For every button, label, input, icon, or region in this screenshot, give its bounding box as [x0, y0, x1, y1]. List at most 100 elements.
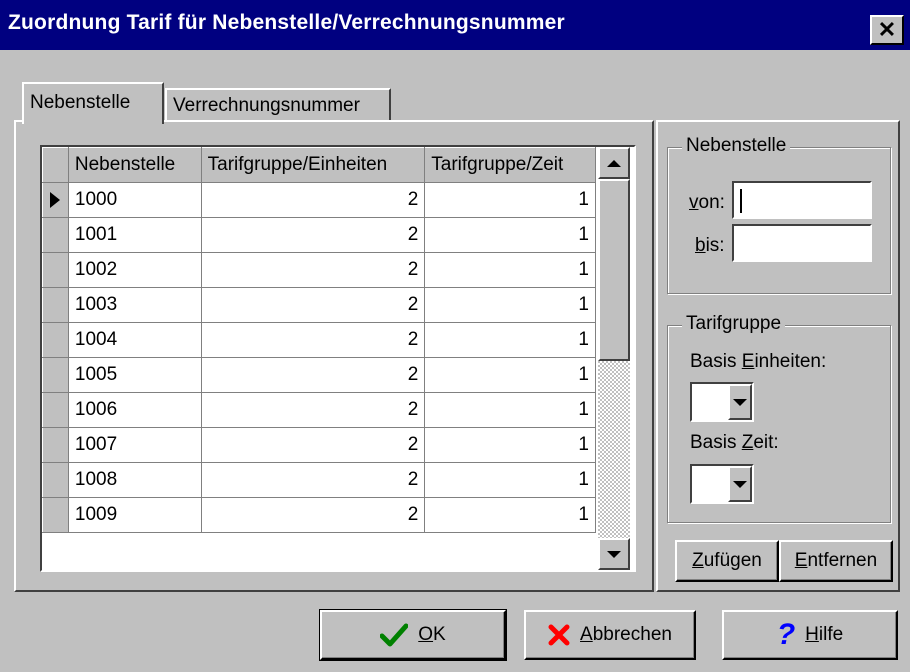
vertical-scrollbar[interactable] [598, 147, 630, 570]
abbrechen-button[interactable]: Abbrechen [524, 610, 696, 660]
cell-einheiten[interactable]: 2 [201, 217, 426, 253]
von-input[interactable] [732, 181, 872, 219]
cell-einheiten[interactable]: 2 [201, 322, 426, 358]
cell-nebenstelle[interactable]: 1000 [68, 182, 202, 218]
cell-zeit[interactable]: 1 [424, 497, 596, 533]
basis-zeit-label: Basis Zeit: [690, 432, 779, 454]
row-indicator[interactable] [42, 252, 69, 288]
cell-zeit[interactable]: 1 [424, 182, 596, 218]
ok-button[interactable]: OK [319, 609, 507, 661]
tarifgruppe-groupbox: Tarifgruppe Basis Einheiten: Basis Zeit: [667, 313, 891, 523]
cell-einheiten[interactable]: 2 [201, 182, 426, 218]
entfernen-button[interactable]: Entfernen [779, 540, 893, 582]
cell-einheiten[interactable]: 2 [201, 252, 426, 288]
accel-char: O [418, 624, 434, 645]
basis-einheiten-dropdown[interactable] [690, 382, 754, 422]
row-indicator[interactable] [42, 322, 69, 358]
basis-einheiten-label: Basis Einheiten: [690, 351, 826, 373]
cell-nebenstelle[interactable]: 1005 [68, 357, 202, 393]
table-row[interactable]: 1000 2 1 [42, 182, 596, 218]
column-header-nebenstelle[interactable]: Nebenstelle [67, 147, 202, 183]
cell-nebenstelle[interactable]: 1007 [68, 427, 202, 463]
accel-char: v [689, 192, 699, 213]
cell-nebenstelle[interactable]: 1009 [68, 497, 202, 533]
cell-nebenstelle[interactable]: 1003 [68, 287, 202, 323]
table-row[interactable]: 1009 2 1 [42, 497, 596, 533]
accel-char: Z [741, 432, 754, 453]
bis-input[interactable] [732, 224, 872, 262]
dropdown-button[interactable] [728, 384, 752, 420]
current-row-arrow-icon [50, 192, 60, 208]
accel-char: E [741, 351, 755, 372]
cell-einheiten[interactable]: 2 [201, 287, 426, 323]
label-text: Basis [690, 432, 742, 453]
button-label: bbrechen [592, 624, 672, 645]
row-indicator[interactable] [42, 497, 69, 533]
cell-zeit[interactable]: 1 [424, 392, 596, 428]
cell-zeit[interactable]: 1 [424, 357, 596, 393]
title-bar[interactable]: Zuordnung Tarif für Nebenstelle/Verrechn… [0, 0, 910, 50]
cell-zeit[interactable]: 1 [424, 322, 596, 358]
cell-einheiten[interactable]: 2 [201, 462, 426, 498]
cell-nebenstelle[interactable]: 1008 [68, 462, 202, 498]
scroll-up-button[interactable] [598, 147, 630, 179]
table-row[interactable]: 1004 2 1 [42, 322, 596, 358]
table-row[interactable]: 1007 2 1 [42, 427, 596, 463]
chevron-down-icon [733, 480, 747, 488]
cell-zeit[interactable]: 1 [424, 427, 596, 463]
row-indicator[interactable] [42, 182, 69, 218]
button-label: ufügen [703, 550, 762, 571]
table-row[interactable]: 1001 2 1 [42, 217, 596, 253]
table-row[interactable]: 1003 2 1 [42, 287, 596, 323]
header-corner [42, 147, 69, 183]
cell-zeit[interactable]: 1 [424, 217, 596, 253]
cell-einheiten[interactable]: 2 [201, 497, 426, 533]
table-row[interactable]: 1006 2 1 [42, 392, 596, 428]
arrow-down-icon [607, 550, 621, 558]
scroll-thumb[interactable] [598, 179, 630, 361]
row-indicator[interactable] [42, 462, 69, 498]
label-text: Basis [690, 351, 742, 372]
row-indicator[interactable] [42, 392, 69, 428]
close-button[interactable]: ✕ [870, 15, 904, 45]
cell-einheiten[interactable]: 2 [201, 392, 426, 428]
column-header-zeit[interactable]: Tarifgruppe/Zeit [424, 147, 596, 183]
tab-verrechnungsnummer[interactable]: Verrechnungsnummer [165, 88, 391, 122]
table-row[interactable]: 1005 2 1 [42, 357, 596, 393]
cell-einheiten[interactable]: 2 [201, 427, 426, 463]
chevron-down-icon [733, 398, 747, 406]
table-row[interactable]: 1008 2 1 [42, 462, 596, 498]
accel-char: Z [692, 550, 704, 571]
cell-zeit[interactable]: 1 [424, 287, 596, 323]
arrow-up-icon [607, 159, 621, 167]
scroll-down-button[interactable] [598, 538, 630, 570]
x-mark-icon [548, 624, 570, 646]
row-indicator[interactable] [42, 217, 69, 253]
cell-nebenstelle[interactable]: 1004 [68, 322, 202, 358]
data-grid[interactable]: Nebenstelle Tarifgruppe/Einheiten Tarifg… [40, 145, 636, 572]
hilfe-button[interactable]: ? Hilfe [722, 610, 898, 660]
cell-zeit[interactable]: 1 [424, 462, 596, 498]
cell-nebenstelle[interactable]: 1001 [68, 217, 202, 253]
dialog-window: Zuordnung Tarif für Nebenstelle/Verrechn… [0, 0, 910, 672]
accel-char: E [794, 550, 808, 571]
cell-zeit[interactable]: 1 [424, 252, 596, 288]
zufuegen-button[interactable]: Zufügen [675, 540, 779, 582]
question-mark-icon: ? [776, 618, 796, 651]
header-row: Nebenstelle Tarifgruppe/Einheiten Tarifg… [42, 147, 596, 183]
checkmark-icon [380, 623, 409, 647]
tab-nebenstelle[interactable]: Nebenstelle [22, 82, 164, 124]
cell-nebenstelle[interactable]: 1006 [68, 392, 202, 428]
cell-einheiten[interactable]: 2 [201, 357, 426, 393]
label-text: inheiten: [754, 351, 827, 372]
window-title: Zuordnung Tarif für Nebenstelle/Verrechn… [8, 11, 565, 34]
table-row[interactable]: 1002 2 1 [42, 252, 596, 288]
row-indicator[interactable] [42, 427, 69, 463]
row-indicator[interactable] [42, 287, 69, 323]
row-indicator[interactable] [42, 357, 69, 393]
column-header-einheiten[interactable]: Tarifgruppe/Einheiten [200, 147, 426, 183]
dropdown-button[interactable] [728, 466, 752, 502]
cell-nebenstelle[interactable]: 1002 [68, 252, 202, 288]
basis-zeit-dropdown[interactable] [690, 464, 754, 504]
accel-char: b [695, 235, 706, 256]
